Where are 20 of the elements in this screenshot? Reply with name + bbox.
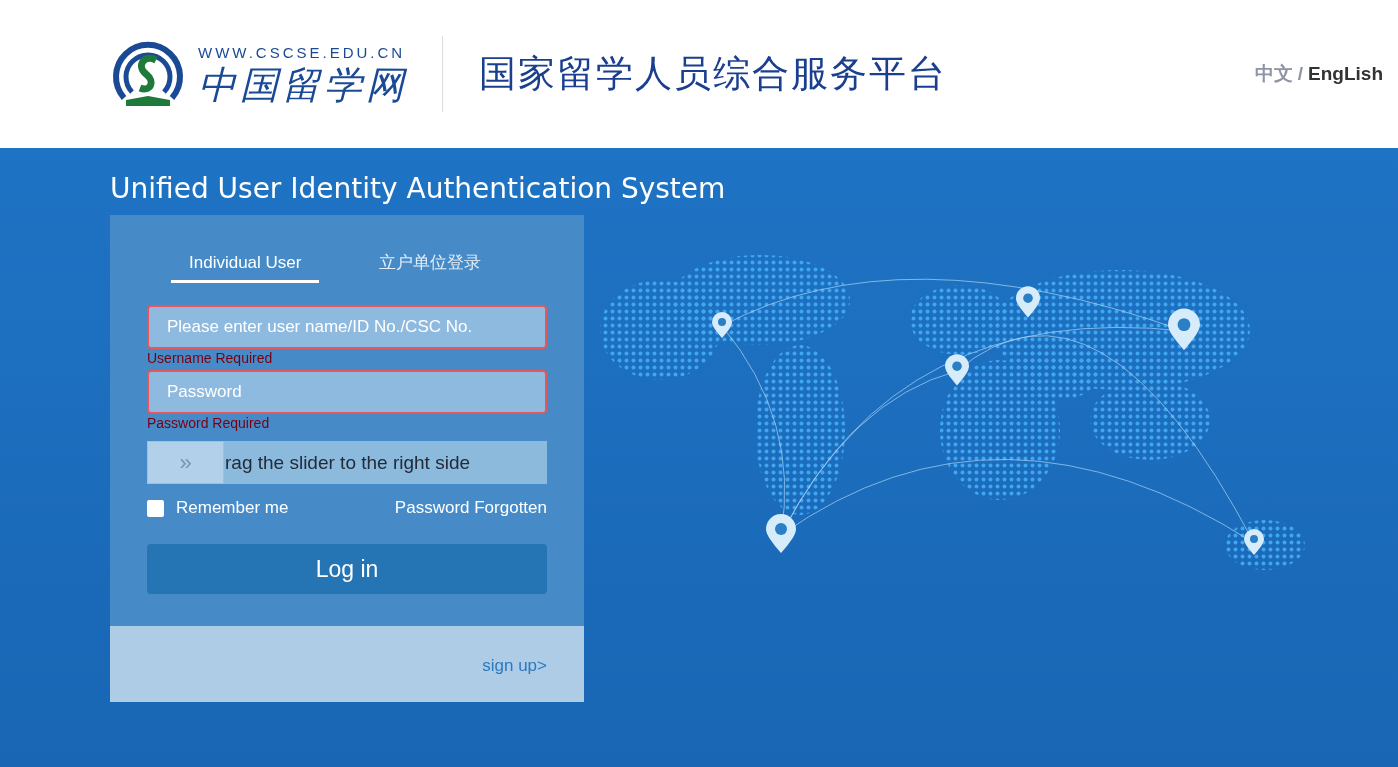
login-button[interactable]: Log in — [147, 544, 547, 594]
language-link[interactable]: 中文 — [1254, 61, 1293, 87]
system-title: Unified User Identity Authentication System — [110, 172, 727, 205]
login-tab[interactable]: 立户单位登录 — [361, 245, 500, 283]
logo-url: WWW.CSCSE.EDU.CN — [198, 44, 407, 60]
forgot-password-link[interactable]: Password Forgotten — [394, 498, 547, 518]
language-separator: / — [1297, 63, 1304, 85]
input-field[interactable]: Password — [147, 370, 547, 414]
slider-handle[interactable]: » — [147, 441, 224, 484]
slider-hint: rag the slider to the right side — [225, 451, 471, 474]
error-message: Password Required — [147, 414, 271, 433]
remember-checkbox[interactable] — [147, 499, 164, 517]
sign-up-link[interactable]: sign up> — [482, 656, 547, 676]
checkbox-label: Remember me — [176, 498, 289, 518]
language-link[interactable]: EngLish — [1308, 63, 1383, 85]
input-field[interactable]: Please enter user name/ID No./CSC No. — [147, 305, 547, 349]
platform-title: 国家留学人员综合服务平台 — [479, 51, 947, 97]
error-message: Username Required — [147, 349, 274, 368]
login-tab[interactable]: Individual User — [171, 245, 320, 283]
logo-name: 中国留学网 — [198, 65, 408, 104]
